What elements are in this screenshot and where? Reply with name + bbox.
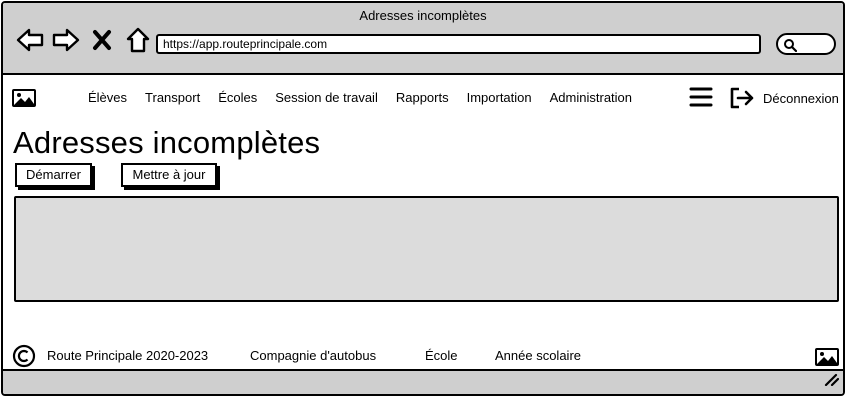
home-icon[interactable] xyxy=(123,25,153,55)
nav-item-eleves[interactable]: Élèves xyxy=(79,90,136,105)
logout-label: Déconnexion xyxy=(763,90,839,106)
browser-chrome: Adresses incomplètes https://app.routepr… xyxy=(3,3,843,75)
browser-nav-icons xyxy=(15,25,153,55)
window-title: Adresses incomplètes xyxy=(359,8,487,23)
browser-window: Adresses incomplètes https://app.routepr… xyxy=(1,1,845,396)
nav-item-rapports[interactable]: Rapports xyxy=(387,90,458,105)
logout-icon xyxy=(730,87,754,109)
footer-copyright: Route Principale 2020-2023 xyxy=(47,348,209,363)
back-arrow-icon[interactable] xyxy=(15,25,45,55)
footer-school-year[interactable]: Année scolaire xyxy=(495,348,581,363)
footer-image-icon xyxy=(815,348,839,369)
main-nav: Élèves Transport Écoles Session de trava… xyxy=(79,90,641,105)
browser-search-box[interactable] xyxy=(776,33,836,55)
app-header: Élèves Transport Écoles Session de trava… xyxy=(3,77,843,119)
results-panel xyxy=(14,196,839,302)
footer-school[interactable]: École xyxy=(425,348,458,363)
nav-item-transport[interactable]: Transport xyxy=(136,90,209,105)
copyright-icon xyxy=(12,344,36,371)
logo-image-icon[interactable] xyxy=(12,89,36,112)
url-bar[interactable]: https://app.routeprincipale.com xyxy=(156,34,761,54)
close-x-icon[interactable] xyxy=(87,25,117,55)
nav-item-session[interactable]: Session de travail xyxy=(266,90,387,105)
search-icon xyxy=(784,39,797,52)
hamburger-menu-icon[interactable] xyxy=(689,86,713,113)
forward-arrow-icon[interactable] xyxy=(51,25,81,55)
logout-button[interactable]: Déconnexion xyxy=(729,86,839,110)
start-button[interactable]: Démarrer xyxy=(15,163,92,187)
footer-bus-company[interactable]: Compagnie d'autobus xyxy=(250,348,376,363)
nav-item-importation[interactable]: Importation xyxy=(458,90,541,105)
footer: Route Principale 2020-2023 Compagnie d'a… xyxy=(3,342,843,370)
page-title: Adresses incomplètes xyxy=(13,125,321,160)
resize-grip-icon[interactable] xyxy=(823,372,840,391)
update-button[interactable]: Mettre à jour xyxy=(121,163,217,187)
status-bar xyxy=(3,369,843,394)
nav-item-administration[interactable]: Administration xyxy=(541,90,641,105)
nav-item-ecoles[interactable]: Écoles xyxy=(209,90,266,105)
